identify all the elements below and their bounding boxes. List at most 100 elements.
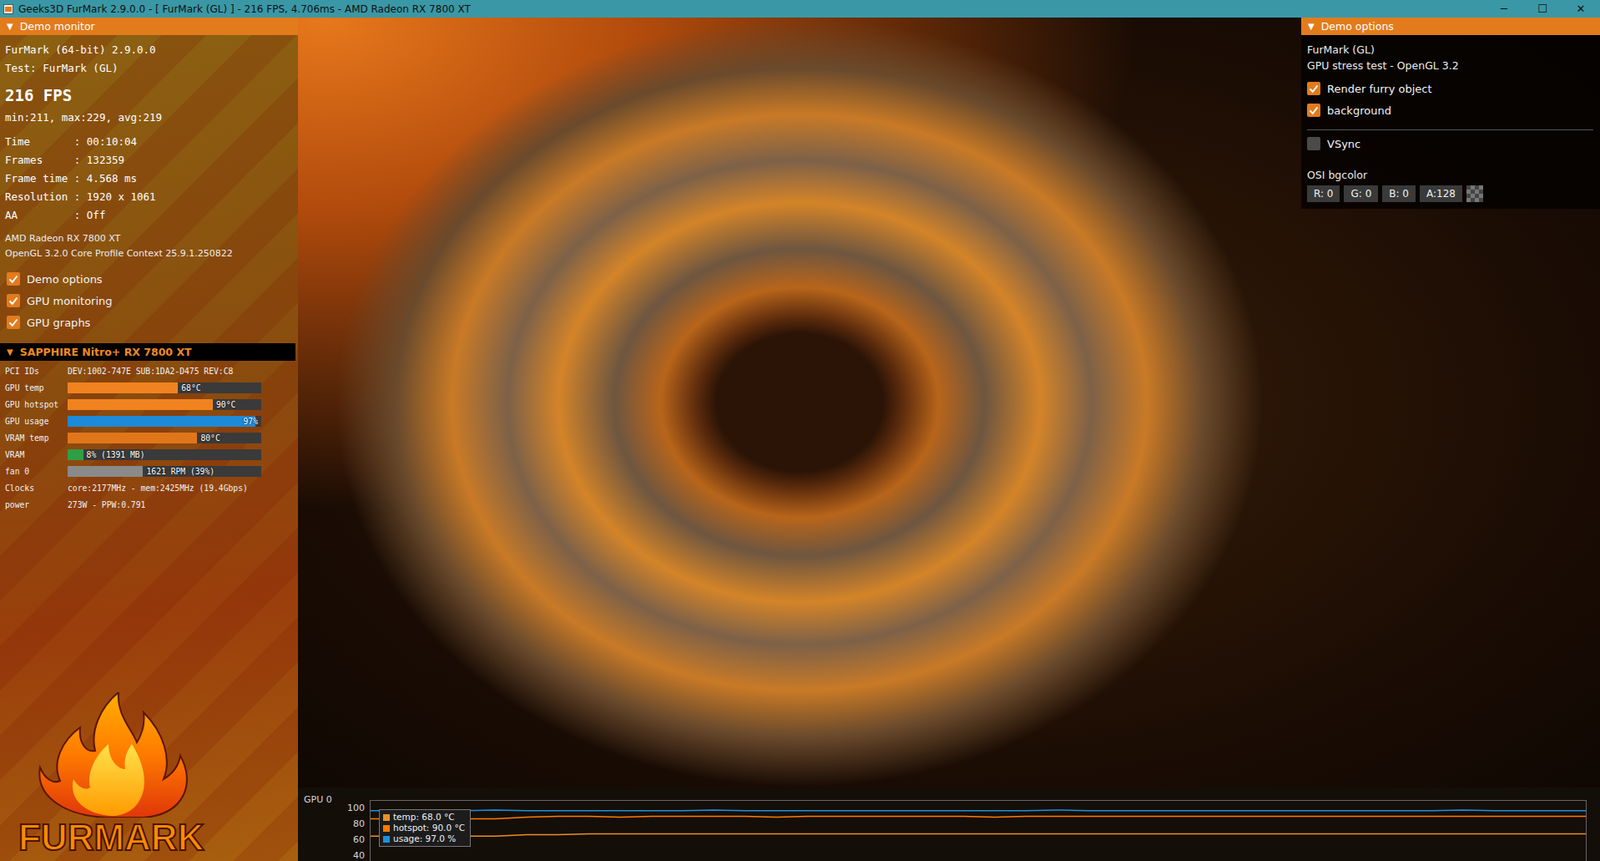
stat-row: Frames: 132359 xyxy=(5,151,298,170)
series-line xyxy=(370,808,1587,811)
check-icon xyxy=(1307,104,1320,117)
checkbox-label: GPU monitoring xyxy=(26,294,113,308)
sensor-row: fan 01621 RPM (39%) xyxy=(5,462,298,480)
checkbox[interactable] xyxy=(1307,81,1321,96)
color-field[interactable]: G: 0 xyxy=(1343,185,1378,202)
sensor-value: 97% xyxy=(243,415,259,427)
window-control-button[interactable]: ✕ xyxy=(1561,0,1600,18)
sensor-value: 90°C xyxy=(216,398,236,410)
check-icon xyxy=(1307,82,1320,95)
legend-label: temp: 68.0 °C xyxy=(393,811,455,823)
sensor-value: 80°C xyxy=(200,432,220,444)
panel-title: Demo options xyxy=(1321,20,1394,33)
window-control-button[interactable]: ─ xyxy=(1484,0,1524,18)
sensor-label: power xyxy=(5,499,68,510)
sensor-row: Clockscore:2177MHz - mem:2425MHz (19.4Gb… xyxy=(5,479,298,496)
stat-row: AA: Off xyxy=(5,206,298,225)
sensor-row: GPU temp68°C xyxy=(5,378,298,396)
collapse-arrow: ▼ xyxy=(1307,21,1315,31)
furry-donut-render xyxy=(336,18,1263,787)
color-swatch[interactable] xyxy=(1466,185,1484,202)
checkbox[interactable] xyxy=(1307,103,1321,117)
demo-info: FurMark (64-bit) 2.9.0.0Test: FurMark (G… xyxy=(0,35,298,78)
gpu-section-header[interactable]: ▼SAPPHIRE Nitro+ RX 7800 XT xyxy=(0,343,296,361)
color-field[interactable]: B: 0 xyxy=(1382,185,1416,202)
sensor-label: PCI IDs xyxy=(5,366,68,376)
logo-text: FURMARK xyxy=(18,817,298,858)
sensor-bar-fill xyxy=(67,382,178,394)
checkbox[interactable] xyxy=(6,315,21,329)
render-area: ▼ Demo options FurMark (GL)GPU stress test… xyxy=(297,17,1600,861)
checkbox-label: VSync xyxy=(1327,137,1361,151)
fps-value: 216 FPS xyxy=(0,85,298,106)
sensor-row: GPU usage97% xyxy=(5,412,298,430)
checkbox-row[interactable]: GPU monitoring xyxy=(6,289,298,312)
stat-value: : 132359 xyxy=(74,151,125,170)
options-toggles: Render furry object background xyxy=(1307,77,1594,122)
demo-monitor-header[interactable]: ▼Demo monitor xyxy=(0,17,298,36)
vsync-checkbox[interactable] xyxy=(1307,136,1321,151)
title-bar: Geeks3D FurMark 2.9.0.0 - [ FurMark (GL)… xyxy=(0,0,1600,18)
checkbox-row[interactable]: Demo options xyxy=(6,267,298,290)
color-field[interactable]: R: 0 xyxy=(1307,185,1340,202)
checkbox[interactable] xyxy=(6,293,21,308)
sensor-row: PCI IDsDEV:1002-747E SUB:1DA2-D475 REV:C… xyxy=(5,362,298,379)
sensor-bar-fill xyxy=(67,415,256,427)
sensor-bar: 97% xyxy=(67,415,262,427)
legend-item: usage: 97.0 % xyxy=(383,832,465,844)
sensor-label: Clocks xyxy=(5,483,68,493)
stat-label: AA xyxy=(5,206,75,225)
graph-lines xyxy=(370,800,1587,861)
graph-title: GPU 0 xyxy=(303,787,333,861)
color-field[interactable]: A:128 xyxy=(1419,185,1463,202)
checkbox-row[interactable]: GPU graphs xyxy=(6,311,298,334)
legend-swatch xyxy=(383,824,390,832)
series-line xyxy=(370,832,1587,836)
check-icon xyxy=(7,272,20,285)
checkbox-label: Render furry object xyxy=(1327,82,1433,96)
gpu-name: AMD Radeon RX 7800 XT xyxy=(5,231,298,247)
checkbox-label: GPU graphs xyxy=(26,316,91,329)
demo-options-panel: ▼ Demo options FurMark (GL)GPU stress test… xyxy=(1301,17,1600,788)
sensor-row: VRAM temp 80°C xyxy=(5,429,298,446)
sensor-bar-fill xyxy=(67,449,84,460)
gpu-info: AMD Radeon RX 7800 XTOpenGL 3.2.0 Core P… xyxy=(0,231,298,262)
stat-value: : Off xyxy=(74,206,106,225)
series-line xyxy=(370,816,1587,819)
check-icon xyxy=(7,316,20,329)
sensor-value: 8% (1391 MB) xyxy=(86,449,146,460)
demo-options-body: FurMark (GL)GPU stress test - OpenGL 3.2… xyxy=(1301,35,1600,209)
stat-label: Time xyxy=(5,132,75,152)
sensor-bar-fill xyxy=(67,398,213,410)
checkbox-row[interactable]: background xyxy=(1307,99,1594,122)
sensor-value: 273W - PPW:0.791 xyxy=(67,499,146,510)
plot: temp: 68.0 °Chotspot: 90.0 °Cusage: 97.0… xyxy=(369,799,1587,861)
checkbox[interactable] xyxy=(6,272,21,286)
checkbox-label: background xyxy=(1327,104,1392,117)
furmark-logo: FURMARK xyxy=(0,691,298,861)
sensor-row: VRAM8% (1391 MB) xyxy=(5,445,298,463)
sensor-value: DEV:1002-747E SUB:1DA2-D475 REV:C8 xyxy=(67,366,233,376)
stat-value: : 1920 x 1061 xyxy=(74,187,157,207)
y-tick: 40 xyxy=(353,847,365,861)
legend-swatch xyxy=(383,835,390,843)
window-control-button[interactable]: ☐ xyxy=(1523,0,1562,18)
gpu-graph: GPU 0 100806040temp: 68.0 °Chotspot: 90.0… xyxy=(297,787,1600,861)
stat-row: Time: 00:10:04 xyxy=(5,132,298,152)
checkbox-row[interactable]: Render furry object xyxy=(1307,77,1594,100)
main-body: ▼Demo monitorFurMark (64-bit) 2.9.0.0Tes… xyxy=(0,17,1600,861)
legend-label: usage: 97.0 % xyxy=(393,832,456,844)
sensor-bar-fill xyxy=(67,432,197,444)
legend-item: temp: 68.0 °C xyxy=(383,811,465,823)
demo-options-header[interactable]: ▼ Demo options xyxy=(1301,17,1600,36)
info-line: Test: FurMark (GL) xyxy=(5,59,298,78)
options-line: GPU stress test - OpenGL 3.2 xyxy=(1307,57,1594,74)
vsync-row[interactable]: VSync xyxy=(1307,132,1594,155)
sensor-value: 1621 RPM (39%) xyxy=(146,465,215,477)
y-tick: 60 xyxy=(353,831,365,848)
stat-label: Resolution xyxy=(5,187,75,207)
gpu-sensor-list: PCI IDsDEV:1002-747E SUB:1DA2-D475 REV:C… xyxy=(0,362,298,513)
sensor-label: VRAM temp xyxy=(5,433,68,443)
y-axis: 100806040 xyxy=(347,787,370,861)
stat-value: : 4.568 ms xyxy=(74,169,137,188)
